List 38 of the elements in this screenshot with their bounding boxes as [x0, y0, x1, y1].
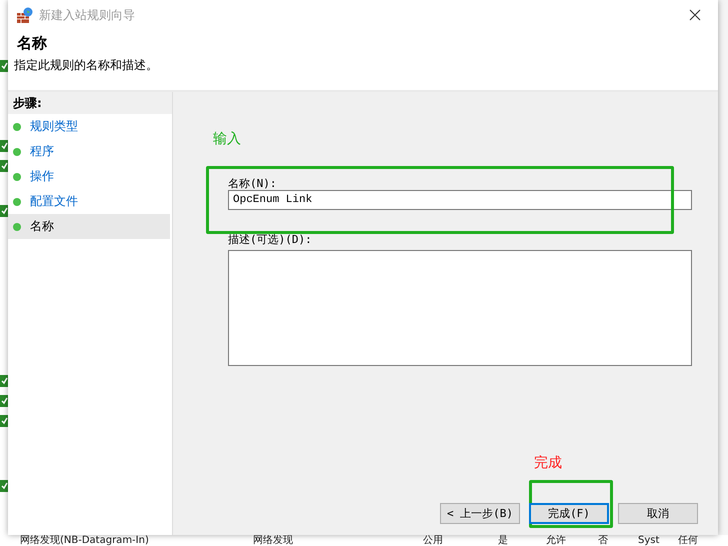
page-subtitle: 指定此规则的名称和描述。 [14, 57, 159, 74]
dialog-button[interactable]: 完成(F) [529, 503, 609, 524]
bullet-icon [13, 148, 21, 156]
step-item[interactable]: 配置文件 [8, 189, 170, 214]
table-cell-text: 任何 [678, 535, 699, 546]
table-cell-text: 否 [598, 535, 609, 546]
bullet-icon [13, 172, 21, 180]
step-item[interactable]: 操作 [8, 164, 170, 189]
dialog-button[interactable]: < 上一步(B) [440, 503, 520, 524]
dialog-button[interactable]: 取消 [618, 503, 698, 524]
step-item[interactable]: 规则类型 [8, 114, 170, 139]
step-item[interactable]: 程序 [8, 139, 170, 164]
annotation-text: 输入 [213, 130, 242, 149]
step-label[interactable]: 程序 [30, 143, 54, 160]
table-cell-text: 允许 [546, 535, 567, 546]
steps-heading: 步骤: [8, 92, 172, 114]
step-label[interactable]: 名称 [30, 218, 54, 235]
description-field[interactable] [228, 250, 692, 366]
table-cell-text: 网络发现 [253, 535, 294, 546]
annotation-text: 完成 [534, 454, 562, 472]
firewall-icon [17, 7, 33, 23]
name-field[interactable]: OpcEnum Link [228, 190, 692, 210]
name-label: 名称(N): [228, 176, 278, 190]
table-cell-text: 是 [498, 535, 509, 546]
page-title: 名称 [16, 34, 48, 53]
bullet-icon [13, 122, 21, 130]
step-label[interactable]: 配置文件 [30, 193, 78, 210]
bullet-icon [13, 222, 21, 230]
bullet-icon [13, 198, 21, 206]
table-cell-text: Syst [638, 535, 660, 546]
step-label[interactable]: 规则类型 [30, 118, 78, 135]
table-cell-text: 公用 [423, 535, 444, 546]
step-item[interactable]: 名称 [8, 214, 170, 239]
step-label[interactable]: 操作 [30, 168, 54, 185]
description-label: 描述(可选)(D): [228, 232, 313, 246]
close-icon [689, 9, 701, 21]
table-cell-text: 网络发现(NB-Datagram-In) [20, 535, 150, 546]
window-title: 新建入站规则向导 [39, 6, 136, 24]
